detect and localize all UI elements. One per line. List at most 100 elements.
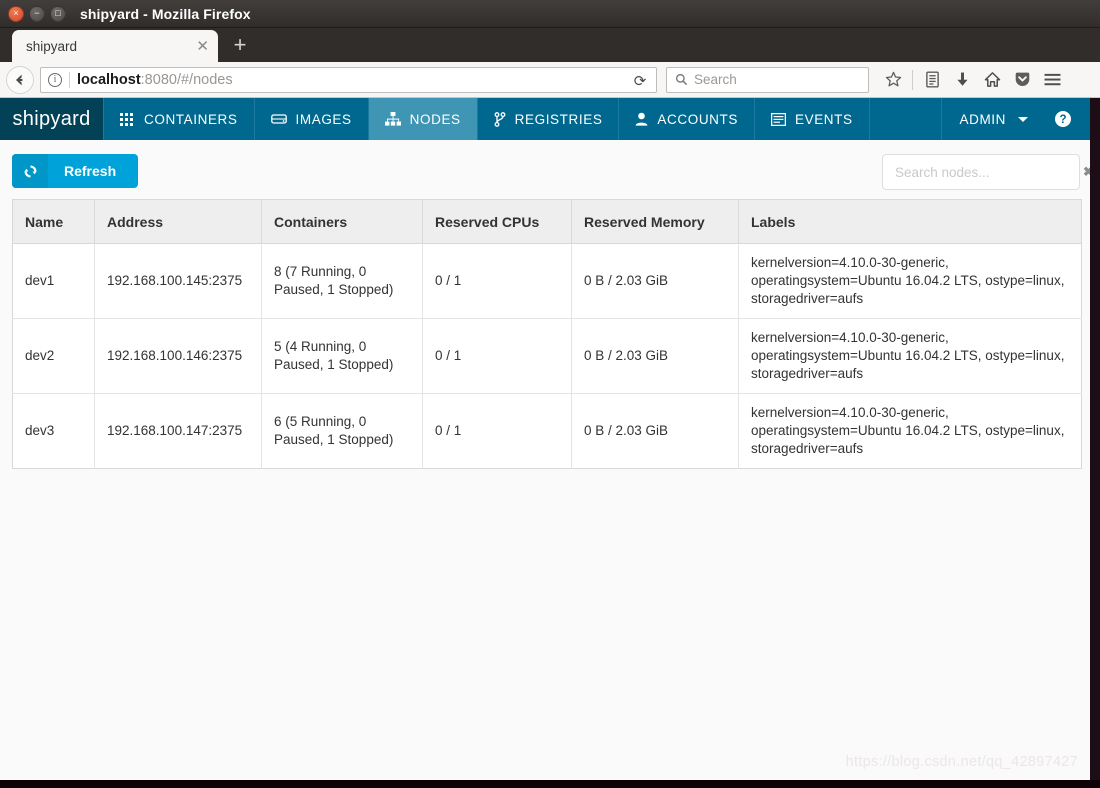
browser-toolbar: i localhost:8080/#/nodes ⟳ Search [0,62,1100,98]
hamburger-menu-icon[interactable] [1037,65,1067,95]
nav-label-accounts: ACCOUNTS [657,111,738,127]
nodes-table-container: Name Address Containers Reserved CPUs Re… [0,199,1090,469]
table-row[interactable]: dev2 192.168.100.146:2375 5 (4 Running, … [12,318,1082,394]
cell-name: dev3 [12,393,95,469]
navbar-spacer [870,98,942,140]
admin-label: ADMIN [959,111,1006,127]
refresh-button[interactable]: Refresh [12,154,139,188]
column-header-address[interactable]: Address [94,199,262,244]
toolbar-divider [912,69,913,90]
chevron-down-icon [1018,116,1028,122]
table-header-row: Name Address Containers Reserved CPUs Re… [12,199,1082,244]
window-maximize-button[interactable]: □ [50,5,66,22]
window-controls: × − □ [8,5,66,22]
cell-address: 192.168.100.147:2375 [94,393,262,469]
user-icon [636,112,648,126]
refresh-icon [12,154,48,188]
search-icon [675,73,688,86]
page-viewport: shipyard CONTAINERS IMAGES NODES REGISTR… [0,98,1090,780]
column-header-reserved-memory[interactable]: Reserved Memory [571,199,739,244]
cell-reserved-cpus: 0 / 1 [422,318,572,394]
nav-label-nodes: NODES [409,111,461,127]
brand-logo[interactable]: shipyard [0,98,103,140]
cell-reserved-cpus: 0 / 1 [422,393,572,469]
nav-item-events[interactable]: EVENTS [755,98,870,140]
branch-icon [494,111,506,127]
nodes-table: Name Address Containers Reserved CPUs Re… [12,199,1082,469]
column-header-name[interactable]: Name [12,199,95,244]
window-bottom-edge [0,780,1100,788]
window-minimize-glyph: − [34,8,40,18]
shipyard-navbar: shipyard CONTAINERS IMAGES NODES REGISTR… [0,98,1090,140]
help-button[interactable]: ? [1042,110,1090,128]
back-arrow-icon [16,74,23,85]
nav-item-nodes[interactable]: NODES [368,98,478,140]
url-path: :8080/#/nodes [140,71,233,88]
refresh-arrows-icon [24,165,36,177]
nav-item-registries[interactable]: REGISTRIES [478,98,620,140]
search-input[interactable] [883,164,1072,180]
browser-tab-shipyard[interactable]: shipyard ✕ [12,30,218,62]
page-toolbar: Refresh ✖ [0,140,1090,199]
url-separator [69,71,70,88]
navbar-right-group: ADMIN ? [942,98,1091,140]
column-header-containers[interactable]: Containers [261,199,423,244]
cell-containers: 8 (7 Running, 0 Paused, 1 Stopped) [261,243,423,319]
cell-address: 192.168.100.145:2375 [94,243,262,319]
cell-labels: kernelversion=4.10.0-30-generic, operati… [738,243,1082,319]
url-bar[interactable]: i localhost:8080/#/nodes ⟳ [40,66,657,93]
tab-strip: shipyard ✕ + [0,28,1100,62]
new-tab-button[interactable]: + [228,34,252,58]
nav-item-containers[interactable]: CONTAINERS [103,98,255,140]
list-icon [770,112,786,126]
bookmark-star-icon[interactable] [878,65,908,95]
cell-reserved-memory: 0 B / 2.03 GiB [571,318,739,394]
cell-name: dev1 [12,243,95,319]
back-button[interactable] [6,65,34,94]
column-header-labels[interactable]: Labels [738,199,1082,244]
home-icon[interactable] [977,65,1007,95]
nav-item-accounts[interactable]: ACCOUNTS [619,98,755,140]
sitemap-icon [384,112,401,126]
cell-containers: 5 (4 Running, 0 Paused, 1 Stopped) [261,318,423,394]
nav-item-images[interactable]: IMAGES [255,98,369,140]
browser-search-bar[interactable]: Search [666,66,869,93]
cell-name: dev2 [12,318,95,394]
nav-label-images: IMAGES [295,111,352,127]
node-search-box[interactable]: ✖ [882,154,1090,190]
browser-window: × − □ shipyard - Mozilla Firefox shipyar… [0,0,1100,788]
window-maximize-glyph: □ [55,8,61,18]
window-close-glyph: × [13,8,19,18]
table-head: Name Address Containers Reserved CPUs Re… [12,199,1082,244]
site-identity-icon[interactable]: i [48,72,62,87]
window-right-edge [1090,98,1100,780]
cell-reserved-memory: 0 B / 2.03 GiB [571,243,739,319]
help-icon: ? [1055,111,1071,127]
pocket-icon[interactable] [1007,65,1037,95]
cell-labels: kernelversion=4.10.0-30-generic, operati… [738,318,1082,394]
window-titlebar: × − □ shipyard - Mozilla Firefox [0,0,1100,28]
column-header-reserved-cpus[interactable]: Reserved CPUs [422,199,572,244]
reload-icon[interactable]: ⟳ [630,71,650,91]
cell-containers: 6 (5 Running, 0 Paused, 1 Stopped) [261,393,423,469]
reader-list-icon[interactable] [917,65,947,95]
url-text: localhost:8080/#/nodes [77,72,233,88]
tab-close-icon[interactable]: ✕ [196,39,209,54]
nav-label-registries: REGISTRIES [514,111,603,127]
window-title: shipyard - Mozilla Firefox [80,5,251,22]
downloads-icon[interactable] [947,65,977,95]
cell-reserved-memory: 0 B / 2.03 GiB [571,393,739,469]
clear-search-icon[interactable]: ✖ [1072,164,1090,180]
window-minimize-button[interactable]: − [29,5,45,22]
admin-menu[interactable]: ADMIN [942,112,1043,127]
browser-toolbar-icons [878,65,1067,95]
disk-icon [270,114,287,124]
refresh-label: Refresh [64,163,117,179]
table-body: dev1 192.168.100.145:2375 8 (7 Running, … [12,243,1082,469]
window-close-button[interactable]: × [8,5,24,22]
table-row[interactable]: dev1 192.168.100.145:2375 8 (7 Running, … [12,243,1082,319]
grid-icon [120,112,133,126]
nav-label-containers: CONTAINERS [144,111,238,127]
svg-text:?: ? [1059,114,1066,126]
table-row[interactable]: dev3 192.168.100.147:2375 6 (5 Running, … [12,393,1082,469]
